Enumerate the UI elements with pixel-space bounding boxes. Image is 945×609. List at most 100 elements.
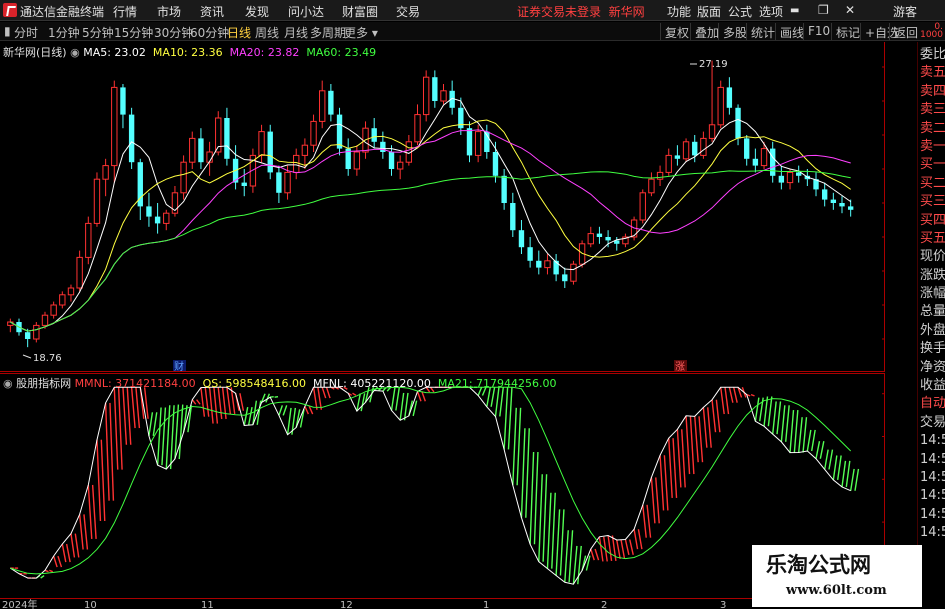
side-buy1[interactable]: 买一 bbox=[920, 156, 945, 174]
login-notice[interactable]: 证券交易未登录 新华网 bbox=[517, 3, 645, 20]
candle-body bbox=[301, 144, 309, 156]
period-multi[interactable]: 多周期 bbox=[310, 24, 346, 41]
btn-fanhui[interactable]: 返回 bbox=[889, 23, 922, 40]
candle-body bbox=[587, 233, 594, 245]
side-buy5[interactable]: 买五 bbox=[920, 230, 945, 248]
ind-bar-green bbox=[40, 575, 45, 579]
period-weekly[interactable]: 周线 bbox=[255, 24, 279, 41]
candle-body bbox=[422, 76, 430, 116]
menu-banmian[interactable]: 版面 bbox=[697, 3, 721, 20]
period-60min[interactable]: 60分钟 bbox=[190, 24, 229, 41]
side-buy2[interactable]: 买二 bbox=[920, 175, 945, 193]
candle-body bbox=[674, 155, 681, 159]
menu-zixun[interactable]: 资讯 bbox=[200, 3, 224, 20]
candle-body bbox=[474, 131, 482, 156]
ind-bar-green bbox=[165, 405, 171, 470]
ind-bar-green bbox=[789, 410, 795, 453]
menu-caifuquan[interactable]: 财富圈 bbox=[342, 3, 378, 20]
period-1min[interactable]: 1分钟 bbox=[48, 24, 80, 41]
ind-bar-red bbox=[750, 393, 755, 397]
candle-body bbox=[276, 172, 282, 193]
ind-bar-red bbox=[598, 536, 604, 562]
minimize-icon[interactable]: ▬ bbox=[790, 5, 799, 16]
tb-back-icon[interactable]: ▮ bbox=[4, 24, 11, 38]
side-sell1[interactable]: 卖一 bbox=[920, 138, 945, 156]
legend-ma60: MA60: 23.49 bbox=[306, 46, 377, 59]
side-trade[interactable]: 交易 bbox=[920, 414, 945, 432]
ind-bar-red bbox=[668, 438, 673, 499]
btn-f10[interactable]: F10 bbox=[803, 23, 834, 40]
app-logo-icon bbox=[3, 3, 17, 17]
candle-body bbox=[492, 152, 499, 176]
ind-bar-red bbox=[663, 455, 669, 511]
xaxis-11: 11 bbox=[201, 600, 214, 609]
menu-gongshi[interactable]: 公式 bbox=[728, 3, 752, 20]
ind-bar-green bbox=[516, 407, 522, 486]
side-auto[interactable]: 自动 bbox=[920, 395, 945, 413]
period-more[interactable]: 更多 ▾ bbox=[344, 24, 378, 41]
ind-bar-green bbox=[525, 428, 530, 518]
ind-bar-green bbox=[841, 460, 847, 488]
ind-bar-green bbox=[806, 429, 812, 452]
ind-mfnl-line bbox=[10, 386, 851, 585]
menu-shichang[interactable]: 市场 bbox=[157, 3, 181, 20]
ind-bar-red bbox=[642, 504, 647, 538]
candle-body bbox=[770, 148, 776, 176]
ind-bar-red bbox=[676, 429, 682, 488]
high-price-label: 27.19 bbox=[699, 59, 728, 70]
side-sell2[interactable]: 卖二 bbox=[920, 120, 945, 138]
menu-jiaoyi[interactable]: 交易 bbox=[396, 3, 420, 20]
candle-body bbox=[656, 171, 664, 180]
ind-bar-green bbox=[577, 545, 582, 585]
ind-bar-red bbox=[590, 548, 595, 561]
menu-hangqing[interactable]: 行情 bbox=[113, 3, 137, 20]
candle-body bbox=[102, 165, 109, 180]
indicator-name[interactable]: 股朋指标网 bbox=[16, 377, 71, 390]
ind-bar-green bbox=[178, 404, 184, 460]
marker-cai[interactable]: 财 bbox=[174, 360, 184, 372]
candle-body bbox=[111, 86, 118, 167]
period-daily[interactable]: 日线 bbox=[227, 24, 251, 41]
side-sell3[interactable]: 卖三 bbox=[920, 101, 945, 119]
side-buy3[interactable]: 买三 bbox=[920, 193, 945, 211]
indicator-toggle-icon[interactable]: ◉ bbox=[3, 377, 13, 390]
candlestick-chart[interactable]: 27.0026.0025.0024.0023.0022.0021.0020.00… bbox=[0, 42, 885, 372]
close-icon[interactable]: ✕ bbox=[845, 3, 855, 17]
side-sell5[interactable]: 卖五 bbox=[920, 64, 945, 82]
side-time-6: 14:56 bbox=[920, 525, 945, 541]
restore-icon[interactable]: ❐ bbox=[818, 3, 829, 17]
user-guest[interactable]: 游客 bbox=[893, 3, 917, 20]
ma10-line bbox=[10, 119, 851, 332]
menu-faxian[interactable]: 发现 bbox=[245, 3, 269, 20]
side-buy4[interactable]: 买四 bbox=[920, 212, 945, 230]
menu-gongneng[interactable]: 功能 bbox=[667, 3, 691, 20]
ind-bar-red bbox=[113, 387, 119, 470]
period-15min[interactable]: 15分钟 bbox=[114, 24, 153, 41]
ind-bar-red bbox=[616, 539, 621, 559]
menu-wenxiaoda[interactable]: 问小达 bbox=[288, 3, 324, 20]
btn-fuquan[interactable]: 复权 bbox=[660, 23, 693, 40]
legend-toggle-icon[interactable]: ◉ bbox=[70, 46, 80, 59]
period-fenshi[interactable]: 分时 bbox=[14, 24, 38, 41]
ind-bar-red bbox=[711, 399, 717, 433]
candle-body bbox=[760, 148, 768, 167]
period-30min[interactable]: 30分钟 bbox=[154, 24, 193, 41]
ind-bar-red bbox=[49, 569, 54, 573]
side-sell4[interactable]: 卖四 bbox=[920, 83, 945, 101]
ind-bar-red bbox=[304, 406, 309, 415]
marker-zhang[interactable]: 涨 bbox=[675, 361, 685, 372]
menu-xuanxiang[interactable]: 选项 bbox=[759, 3, 783, 20]
period-5min[interactable]: 5分钟 bbox=[82, 24, 114, 41]
candle-body bbox=[536, 260, 542, 268]
ind-bar-red bbox=[83, 514, 89, 550]
ind-bar-red bbox=[52, 555, 58, 568]
ind-bar-green bbox=[274, 395, 279, 398]
candle-body bbox=[93, 178, 101, 224]
ind-bar-red bbox=[594, 548, 600, 561]
ind-bar-red bbox=[130, 387, 136, 429]
ind-bar-red bbox=[681, 429, 686, 488]
ind-bar-green bbox=[832, 455, 838, 480]
ind-bar-green bbox=[784, 405, 790, 442]
ind-bar-green bbox=[828, 449, 834, 470]
period-monthly[interactable]: 月线 bbox=[284, 24, 308, 41]
